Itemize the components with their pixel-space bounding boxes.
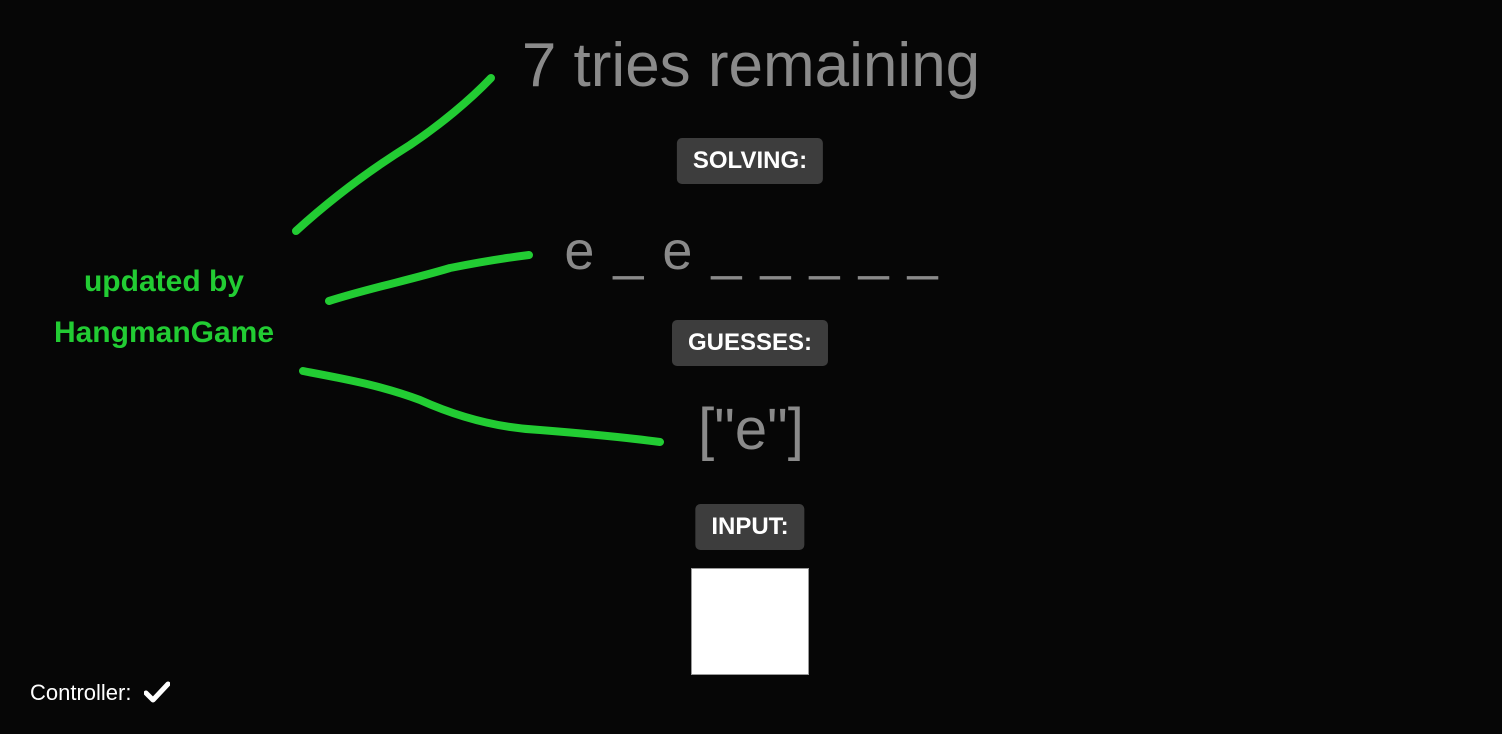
annotation-arrows xyxy=(292,74,664,446)
annotation-line-2: HangmanGame xyxy=(53,316,275,349)
annotation-line-1: updated by xyxy=(83,265,244,298)
annotation-stroke-to-tries xyxy=(292,74,495,235)
annotation-stroke-to-guesses xyxy=(299,367,664,446)
annotation-stroke-to-solving xyxy=(325,251,533,305)
